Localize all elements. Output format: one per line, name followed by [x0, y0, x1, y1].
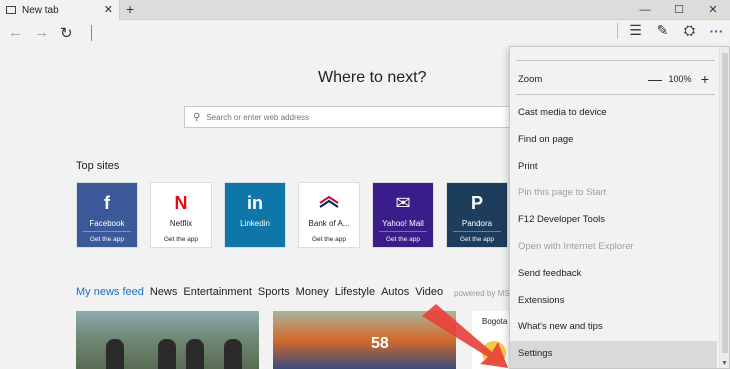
news-image-card[interactable] — [76, 311, 259, 369]
menu-item-send-feedback[interactable]: Send feedback — [510, 261, 717, 288]
nav-toolbar-right: ☰ ✎ ⛭ ··· — [613, 22, 730, 39]
linkedin-logo-icon: in — [247, 193, 263, 213]
tab-page-icon — [6, 6, 16, 14]
menu-scrollbar[interactable]: ▼ — [719, 47, 729, 368]
scrollbar-thumb[interactable] — [722, 53, 728, 353]
tile-pandora[interactable]: P Pandora Get the app — [446, 182, 508, 248]
tile-bank-of-america[interactable]: Bank of A... Get the app — [298, 182, 360, 248]
tab-lifestyle[interactable]: Lifestyle — [335, 286, 375, 298]
more-actions-menu: Zoom — 100% + Cast media to device Find … — [509, 46, 730, 369]
menu-item-extensions[interactable]: Extensions — [510, 288, 717, 315]
person-figure — [106, 339, 124, 369]
get-the-app-link[interactable]: Get the app — [373, 236, 433, 243]
tab-my-news-feed[interactable]: My news feed — [76, 286, 144, 298]
zoom-value: 100% — [668, 74, 692, 84]
person-figure — [158, 339, 176, 369]
menu-item-settings[interactable]: Settings — [510, 341, 717, 368]
tab-sports[interactable]: Sports — [258, 286, 290, 298]
tile-divider — [83, 231, 131, 232]
top-sites-tiles: f Facebook Get the app N Netflix Get the… — [76, 182, 520, 248]
facebook-logo-icon: f — [104, 193, 110, 213]
get-the-app-link[interactable]: Get the app — [299, 236, 359, 243]
page-heading: Where to next? — [318, 69, 427, 86]
refresh-icon[interactable]: ↻ — [60, 24, 73, 42]
person-figure — [224, 339, 242, 369]
tile-yahoo-mail[interactable]: ✉ Yahoo! Mail Get the app — [372, 182, 434, 248]
tab-close-icon[interactable]: ✕ — [104, 3, 113, 16]
search-input[interactable] — [206, 112, 537, 122]
tile-facebook[interactable]: f Facebook Get the app — [76, 182, 138, 248]
menu-item-f12-developer-tools[interactable]: F12 Developer Tools — [510, 207, 717, 234]
netflix-logo-icon: N — [174, 193, 188, 213]
menu-item-cast-media[interactable]: Cast media to device — [510, 100, 717, 127]
tile-name: Pandora — [461, 219, 493, 228]
search-box[interactable]: ⚲ — [184, 106, 549, 128]
news-feed-tabs: My news feed News Entertainment Sports M… — [76, 286, 449, 298]
tile-linkedin[interactable]: in Linkedin — [224, 182, 286, 248]
tile-name: Facebook — [89, 219, 125, 228]
menu-items: Cast media to device Find on page Print … — [510, 100, 717, 368]
tile-divider — [157, 231, 205, 232]
forward-arrow-icon[interactable]: → — [34, 24, 49, 41]
person-figure — [186, 339, 204, 369]
menu-item-open-with-ie: Open with Internet Explorer — [518, 240, 634, 252]
maximize-button[interactable]: ☐ — [662, 0, 696, 20]
back-arrow-icon[interactable]: ← — [8, 24, 23, 41]
title-bar: New tab ✕ + — ☐ ✕ — [0, 0, 730, 20]
tab-video[interactable]: Video — [415, 286, 443, 298]
bank-of-america-logo-icon — [318, 193, 340, 215]
tile-name: Yahoo! Mail — [382, 219, 424, 228]
powered-by-label: powered by MS — [454, 289, 510, 298]
tab-autos[interactable]: Autos — [381, 286, 409, 298]
tab-title: New tab — [22, 4, 59, 16]
mail-icon: ✉ — [395, 193, 411, 213]
hub-icon[interactable]: ☰ — [622, 22, 649, 39]
menu-item-print[interactable]: Print — [510, 154, 717, 181]
jersey-number: 58 — [371, 335, 389, 352]
nav-divider — [91, 25, 92, 41]
annotation-arrow-icon — [422, 304, 508, 368]
zoom-label: Zoom — [518, 73, 543, 85]
zoom-out-button[interactable]: — — [645, 72, 665, 86]
zoom-row: Zoom — 100% + — [518, 71, 715, 87]
web-note-icon[interactable]: ✎ — [649, 22, 676, 39]
tab-new-tab[interactable]: New tab ✕ — [0, 0, 120, 20]
window-controls: — ☐ ✕ — [628, 0, 730, 20]
menu-item-whats-new[interactable]: What's new and tips — [510, 314, 717, 341]
tile-divider — [453, 231, 501, 232]
pandora-logo-icon: P — [470, 193, 483, 213]
tile-name: Bank of A... — [308, 219, 350, 228]
zoom-in-button[interactable]: + — [695, 72, 715, 86]
menu-item-pin-to-start: Pin this page to Start — [518, 187, 607, 199]
get-the-app-link[interactable]: Get the app — [151, 236, 211, 243]
menu-divider — [516, 60, 715, 61]
menu-item-find-on-page[interactable]: Find on page — [510, 127, 717, 154]
scroll-down-icon[interactable]: ▼ — [721, 360, 728, 367]
get-the-app-link[interactable]: Get the app — [447, 236, 507, 243]
tile-name: Linkedin — [240, 219, 270, 228]
new-tab-button[interactable]: + — [126, 1, 134, 17]
search-icon: ⚲ — [193, 111, 201, 123]
get-the-app-link[interactable]: Get the app — [77, 236, 137, 243]
tab-money[interactable]: Money — [296, 286, 329, 298]
navigation-bar: ← → ↻ ☰ ✎ ⛭ ··· — [0, 20, 730, 46]
share-icon[interactable]: ⛭ — [676, 22, 703, 39]
tile-divider — [305, 231, 353, 232]
window-close-button[interactable]: ✕ — [696, 0, 730, 20]
top-sites-title: Top sites — [76, 160, 120, 172]
tile-divider — [379, 231, 427, 232]
tile-netflix[interactable]: N Netflix Get the app — [150, 182, 212, 248]
more-actions-icon[interactable]: ··· — [703, 23, 730, 39]
tile-name: Netflix — [169, 219, 193, 228]
minimize-button[interactable]: — — [628, 0, 662, 20]
tab-entertainment[interactable]: Entertainment — [183, 286, 251, 298]
toolbar-divider — [617, 22, 618, 39]
menu-divider — [516, 94, 715, 95]
tab-news[interactable]: News — [150, 286, 178, 298]
